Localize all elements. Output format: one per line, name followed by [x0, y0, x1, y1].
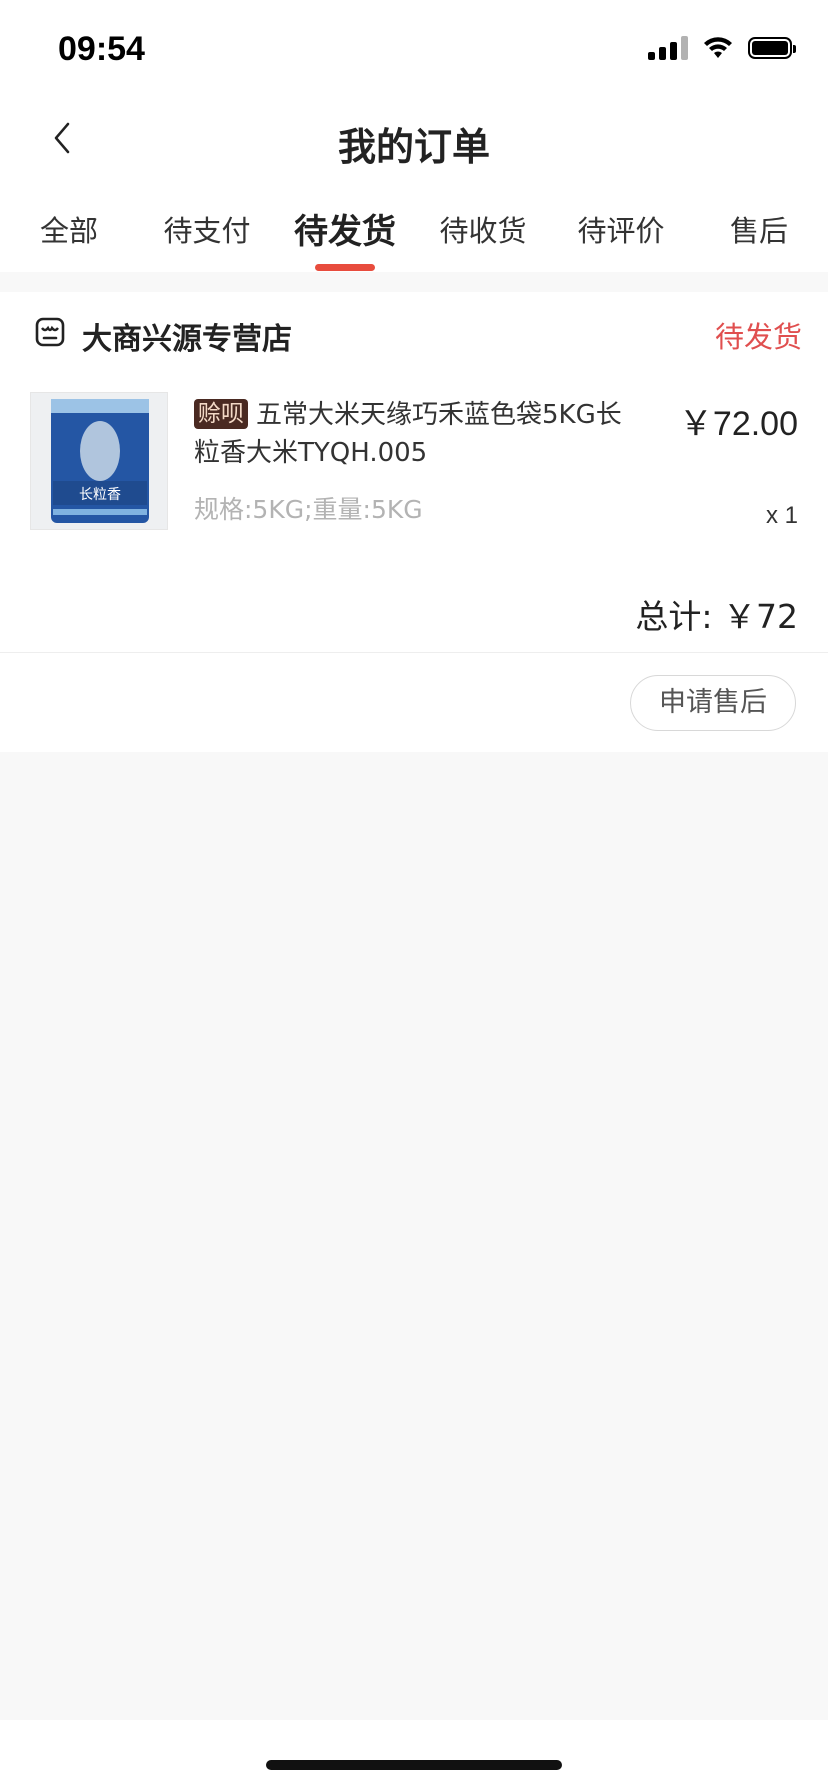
product-title[interactable]: 赊呗 五常大米天缘巧禾蓝色袋5KG长粒香大米TYQH.005 — [194, 396, 644, 472]
credit-tag-badge: 赊呗 — [194, 399, 248, 429]
shop-row[interactable]: 大商兴源专营店 待发货 — [0, 292, 828, 376]
order-tabs: 全部 待支付 待发货 待收货 待评价 售后 — [0, 180, 828, 272]
home-indicator[interactable] — [266, 1760, 562, 1770]
tab-pending-shipment[interactable]: 待发货 — [276, 204, 414, 253]
status-icons — [648, 36, 796, 60]
wifi-icon — [704, 37, 732, 58]
rice-bag-image: 长粒香 — [31, 393, 167, 529]
order-status: 待发货 — [714, 320, 802, 354]
product-title-text: 五常大米天缘巧禾蓝色袋5KG长粒香大米TYQH.005 — [194, 400, 622, 468]
apply-after-sales-button[interactable]: 申请售后 — [630, 675, 796, 731]
active-tab-indicator — [315, 264, 375, 271]
status-time: 09:54 — [58, 30, 145, 68]
tab-pending-review[interactable]: 待评价 — [552, 208, 690, 250]
tab-pending-payment[interactable]: 待支付 — [138, 208, 276, 250]
rice-bag-label: 长粒香 — [79, 487, 121, 503]
status-bar: 09:54 — [0, 0, 828, 100]
divider — [0, 652, 828, 653]
order-total: 总计: ￥72 — [635, 597, 798, 636]
battery-icon — [748, 37, 796, 59]
nav-bar: 我的订单 — [0, 100, 828, 180]
cellular-signal-icon — [648, 36, 688, 60]
home-indicator-area — [0, 1720, 828, 1792]
product-image[interactable]: 长粒香 — [30, 392, 168, 530]
tab-all[interactable]: 全部 — [0, 208, 138, 250]
page-title: 我的订单 — [337, 125, 490, 169]
tab-pending-receipt[interactable]: 待收货 — [414, 208, 552, 250]
store-icon — [35, 317, 65, 347]
product-price: ￥72.00 — [678, 405, 798, 443]
order-card[interactable]: 大商兴源专营店 待发货 长粒香 赊呗 五常大米天缘巧禾蓝色袋5KG长粒香大米TYQ… — [0, 292, 828, 752]
shop-name[interactable]: 大商兴源专营店 — [82, 314, 292, 358]
product-spec: 规格:5KG;重量:5KG — [194, 495, 423, 524]
tab-after-sales[interactable]: 售后 — [690, 208, 828, 250]
product-quantity: x 1 — [765, 502, 798, 529]
